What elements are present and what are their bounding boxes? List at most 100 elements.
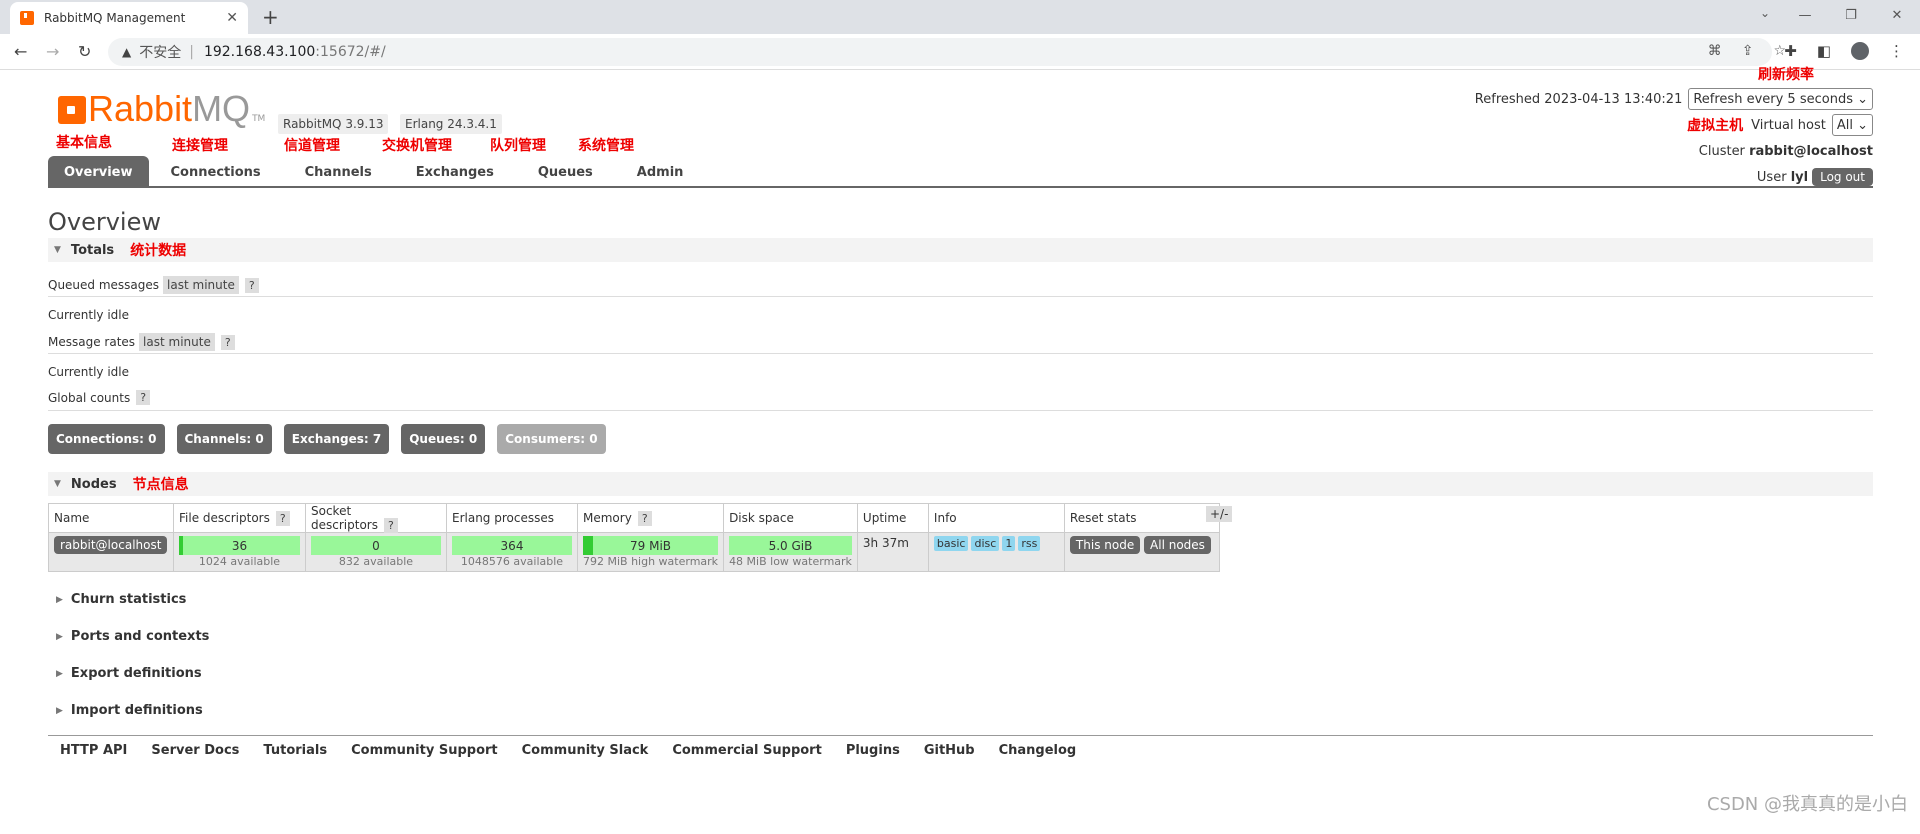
help-icon[interactable]: ? bbox=[136, 390, 151, 405]
queued-messages-label: Queued messages bbox=[48, 278, 160, 292]
tab-admin[interactable]: Admin bbox=[615, 156, 706, 188]
connections-count-button[interactable]: Connections: 0 bbox=[48, 424, 165, 454]
annotation-channels: 信道管理 bbox=[284, 138, 340, 154]
side-panel-icon[interactable]: ◧ bbox=[1817, 42, 1831, 60]
collapse-triangle-icon: ▼ bbox=[54, 479, 61, 489]
restore-icon[interactable]: ❐ bbox=[1828, 0, 1874, 30]
help-icon[interactable]: ? bbox=[275, 511, 290, 526]
divider bbox=[48, 353, 1873, 354]
tab-channels[interactable]: Channels bbox=[283, 156, 394, 188]
divider bbox=[48, 296, 1873, 297]
disk-cell: 5.0 GiB 48 MiB low watermark bbox=[723, 532, 858, 572]
menu-icon[interactable]: ⋮ bbox=[1889, 42, 1904, 60]
browser-tab[interactable]: RabbitMQ Management ✕ bbox=[10, 2, 248, 34]
ep-cell: 364 1048576 available bbox=[446, 532, 578, 572]
footer-link-commercial-support[interactable]: Commercial Support bbox=[672, 743, 822, 758]
info-cell: basic disc 1 rss bbox=[927, 532, 1065, 572]
export-definitions-section[interactable]: ▶ Export definitions bbox=[56, 666, 202, 681]
warning-icon[interactable]: ▲ bbox=[122, 45, 131, 59]
profile-avatar[interactable] bbox=[1851, 42, 1869, 60]
nodes-title: Nodes bbox=[70, 476, 117, 492]
csdn-watermark: CSDN @我真真的是小白 bbox=[1706, 794, 1908, 815]
col-info: Info bbox=[927, 503, 1065, 533]
col-reset-stats: Reset stats bbox=[1063, 503, 1220, 533]
url-path: :15672/#/ bbox=[315, 44, 386, 60]
url-host: 192.168.43.100 bbox=[203, 44, 316, 60]
reload-icon[interactable]: ↻ bbox=[78, 42, 91, 61]
footer-link-tutorials[interactable]: Tutorials bbox=[263, 743, 327, 758]
col-erlang-processes: Erlang processes bbox=[446, 503, 578, 533]
expand-triangle-icon: ▶ bbox=[56, 594, 63, 605]
info-tag: rss bbox=[1018, 536, 1041, 551]
close-tab-icon[interactable]: ✕ bbox=[226, 10, 238, 26]
global-counts: Connections: 0 Channels: 0 Exchanges: 7 … bbox=[48, 424, 606, 454]
expand-triangle-icon: ▶ bbox=[56, 631, 63, 642]
col-uptime: Uptime bbox=[856, 503, 929, 533]
address-bar[interactable]: ▲ 不安全 | 192.168.43.100 :15672/#/ bbox=[108, 38, 1772, 66]
rabbit-logo-icon bbox=[58, 96, 86, 124]
tab-queues[interactable]: Queues bbox=[516, 156, 615, 188]
totals-section-header[interactable]: ▼ Totals 统计数据 bbox=[48, 238, 1873, 262]
help-icon[interactable]: ? bbox=[383, 518, 398, 533]
new-tab-icon[interactable]: + bbox=[262, 5, 279, 29]
info-tag: basic bbox=[933, 536, 969, 551]
refresh-select[interactable]: Refresh every 5 seconds ⌄ bbox=[1688, 88, 1873, 110]
global-counts-label: Global counts bbox=[48, 390, 131, 405]
minimize-icon[interactable]: — bbox=[1782, 0, 1828, 30]
tab-connections[interactable]: Connections bbox=[149, 156, 283, 188]
help-icon[interactable]: ? bbox=[637, 511, 652, 526]
toolbar-actions: ✚ ◧ ⋮ bbox=[1784, 42, 1904, 60]
churn-statistics-section[interactable]: ▶ Churn statistics bbox=[56, 592, 186, 607]
page-title: Overview bbox=[48, 208, 161, 236]
column-toggle-button[interactable]: +/- bbox=[1206, 506, 1233, 522]
tab-exchanges[interactable]: Exchanges bbox=[394, 156, 516, 188]
close-window-icon[interactable]: ✕ bbox=[1874, 0, 1920, 30]
footer-link-community-slack[interactable]: Community Slack bbox=[522, 743, 649, 758]
refreshed-time: Refreshed 2023-04-13 13:40:21 bbox=[1474, 91, 1683, 107]
exchanges-count-button[interactable]: Exchanges: 7 bbox=[283, 424, 390, 454]
info-tag: 1 bbox=[1002, 536, 1016, 551]
tab-overview[interactable]: Overview bbox=[48, 156, 149, 188]
back-icon[interactable]: ← bbox=[14, 42, 27, 61]
erlang-version: Erlang 24.3.4.1 bbox=[400, 114, 502, 134]
footer-link-community-support[interactable]: Community Support bbox=[351, 743, 498, 758]
footer-link-http-api[interactable]: HTTP API bbox=[60, 743, 127, 758]
footer-link-server-docs[interactable]: Server Docs bbox=[151, 743, 239, 758]
message-rates-label: Message rates bbox=[48, 335, 136, 349]
annotation-nodes: 节点信息 bbox=[132, 477, 189, 493]
share-icon[interactable]: ⇪ bbox=[1742, 43, 1754, 59]
footer-link-changelog[interactable]: Changelog bbox=[999, 743, 1077, 758]
vhost-label: Virtual host bbox=[1751, 117, 1826, 133]
info-tag: disc bbox=[971, 536, 1000, 551]
rates-range-chip[interactable]: last minute bbox=[139, 333, 215, 351]
channels-count-button[interactable]: Channels: 0 bbox=[176, 424, 272, 454]
ports-contexts-section[interactable]: ▶ Ports and contexts bbox=[56, 629, 209, 644]
consumers-count-button[interactable]: Consumers: 0 bbox=[497, 424, 606, 454]
footer-link-plugins[interactable]: Plugins bbox=[846, 743, 900, 758]
help-icon[interactable]: ? bbox=[220, 334, 235, 350]
expand-triangle-icon: ▶ bbox=[56, 668, 63, 679]
queued-idle: Currently idle bbox=[48, 308, 129, 322]
import-definitions-section[interactable]: ▶ Import definitions bbox=[56, 703, 203, 718]
omnibox-actions: ⌘ ⇪ ☆ bbox=[1708, 43, 1786, 59]
rabbitmq-logo: RabbitMQ TM bbox=[58, 91, 266, 127]
annotation-exchanges: 交换机管理 bbox=[382, 138, 452, 154]
trademark: TM bbox=[252, 114, 266, 124]
ep-available: 1048576 available bbox=[460, 555, 564, 568]
reset-cell: This node All nodes bbox=[1063, 532, 1220, 572]
extensions-icon[interactable]: ✚ bbox=[1784, 42, 1797, 60]
forward-icon[interactable]: → bbox=[46, 42, 59, 61]
sd-available: 832 available bbox=[338, 555, 414, 568]
vhost-select[interactable]: All ⌄ bbox=[1831, 114, 1873, 136]
queues-count-button[interactable]: Queues: 0 bbox=[401, 424, 486, 454]
reset-this-node-button[interactable]: This node bbox=[1069, 536, 1141, 554]
reset-all-nodes-button[interactable]: All nodes bbox=[1144, 536, 1211, 554]
node-name-link[interactable]: rabbit@localhost bbox=[54, 536, 168, 554]
nodes-section-header[interactable]: ▼ Nodes 节点信息 bbox=[48, 472, 1873, 496]
queued-range-chip[interactable]: last minute bbox=[163, 276, 239, 294]
tab-search-icon[interactable]: ⌄ bbox=[1760, 6, 1770, 20]
fd-available: 1024 available bbox=[198, 555, 281, 568]
translate-icon[interactable]: ⌘ bbox=[1708, 43, 1722, 59]
footer-link-github[interactable]: GitHub bbox=[924, 743, 975, 758]
help-icon[interactable]: ? bbox=[244, 277, 259, 293]
